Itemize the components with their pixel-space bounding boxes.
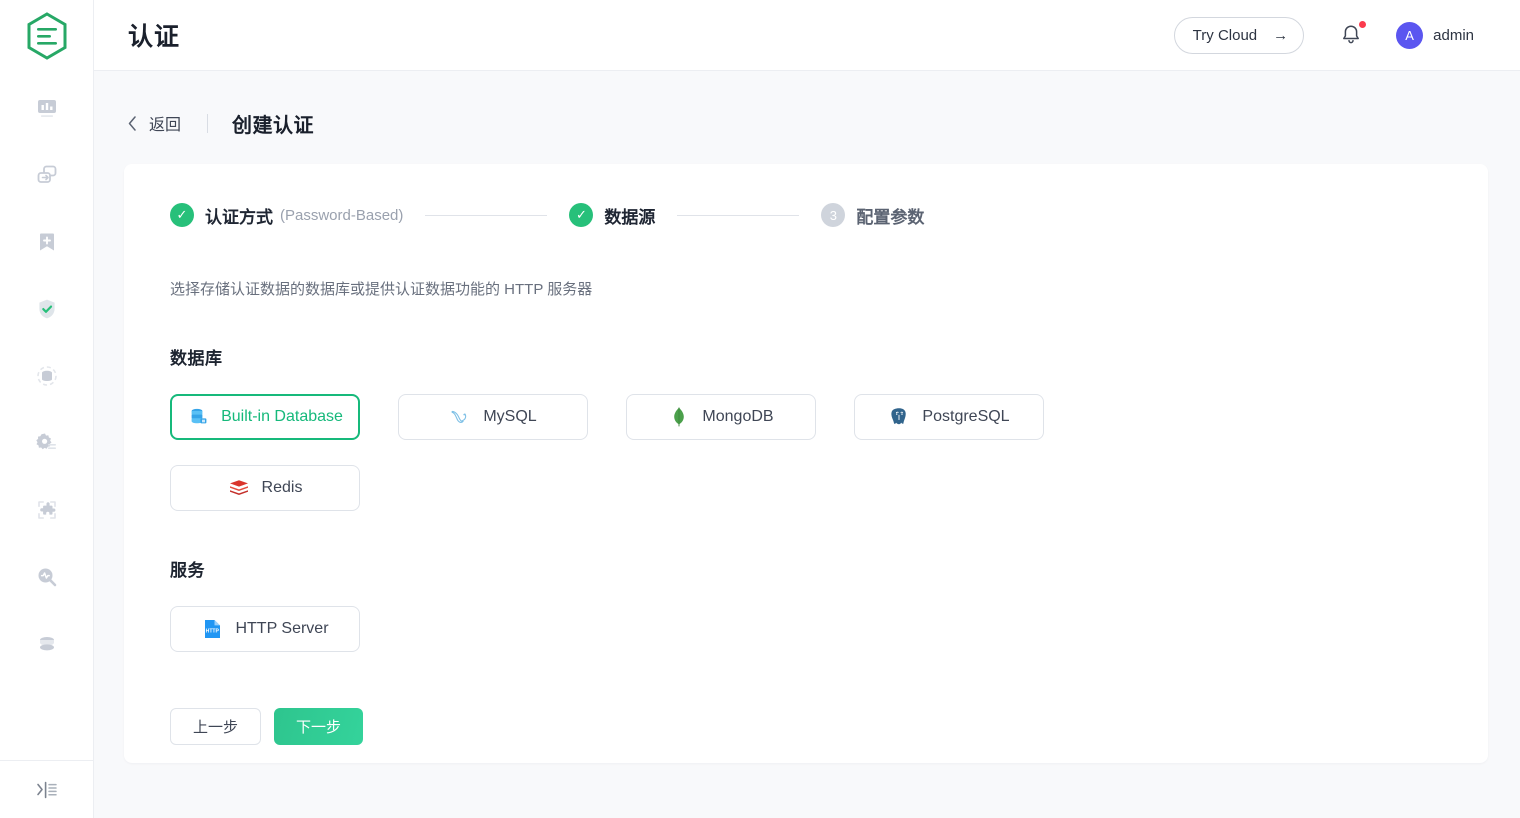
- app-root: 认证 Try Cloud → A admin: [0, 0, 1520, 818]
- datasource-label: PostgreSQL: [922, 408, 1009, 426]
- content-area: 返回 创建认证 ✓ 认证方式 (Password-Based): [94, 71, 1520, 818]
- back-label: 返回: [149, 111, 181, 135]
- postgresql-elephant-icon: [888, 406, 910, 428]
- create-auth-panel: ✓ 认证方式 (Password-Based) ✓ 数据源 3 配置参数: [124, 164, 1488, 763]
- datasource-label: MySQL: [483, 408, 536, 426]
- datasource-card-redis[interactable]: Redis: [170, 465, 360, 511]
- service-card-row: HTTP HTTP Server: [170, 606, 1442, 652]
- page-title: 认证: [128, 17, 180, 53]
- datasource-card-http-server[interactable]: HTTP HTTP Server: [170, 606, 360, 652]
- step-3-indicator: 3: [821, 203, 845, 227]
- sidebar-item-diagnostics[interactable]: [21, 551, 73, 603]
- try-cloud-label: Try Cloud: [1193, 27, 1257, 44]
- step-config-params: 3 配置参数: [821, 203, 924, 228]
- sidebar-item-topics[interactable]: [21, 216, 73, 268]
- gear-settings-icon: [35, 431, 59, 455]
- database-card-row: Built-in Database MySQL: [170, 394, 1442, 440]
- datasource-label: MongoDB: [702, 408, 773, 426]
- wizard-buttons: 上一步 下一步: [170, 708, 1442, 745]
- back-button[interactable]: 返回: [128, 111, 181, 135]
- builtin-database-icon: [187, 406, 209, 428]
- main-area: 认证 Try Cloud → A admin: [94, 0, 1520, 818]
- breadcrumb-separator: [207, 114, 208, 133]
- top-bar: 认证 Try Cloud → A admin: [94, 0, 1520, 71]
- redis-stack-icon: [228, 477, 250, 499]
- breadcrumb: 返回 创建认证: [124, 101, 1488, 145]
- step-description: 选择存储认证数据的数据库或提供认证数据功能的 HTTP 服务器: [170, 278, 1442, 299]
- top-bar-actions: Try Cloud → A admin: [1174, 17, 1474, 54]
- sidebar-item-settings[interactable]: [21, 417, 73, 469]
- sidebar-item-extensions[interactable]: [21, 484, 73, 536]
- step-2-label: 数据源: [604, 203, 655, 228]
- collapse-sidebar-button[interactable]: [30, 775, 64, 805]
- sidebar-item-dashboard[interactable]: [21, 82, 73, 134]
- svg-text:HTTP: HTTP: [206, 629, 220, 635]
- sidebar-item-data-integration[interactable]: [21, 350, 73, 402]
- datasource-label: Built-in Database: [221, 408, 343, 426]
- chevron-left-icon: [128, 116, 137, 131]
- emqx-hexagon-logo-icon: [24, 11, 70, 61]
- step-auth-method[interactable]: ✓ 认证方式 (Password-Based): [170, 203, 403, 228]
- sidebar-item-connections[interactable]: [21, 149, 73, 201]
- magnifier-pulse-icon: [35, 565, 59, 589]
- sidebar: [0, 0, 94, 818]
- stepper: ✓ 认证方式 (Password-Based) ✓ 数据源 3 配置参数: [170, 202, 1442, 228]
- step-connector-2: [677, 215, 799, 216]
- sidebar-item-access-control[interactable]: [21, 283, 73, 335]
- panel-inner: ✓ 认证方式 (Password-Based) ✓ 数据源 3 配置参数: [124, 202, 1488, 745]
- step-1-sublabel: (Password-Based): [280, 207, 403, 224]
- shield-check-icon: [35, 297, 59, 321]
- database-card-row-2: Redis: [170, 465, 1442, 511]
- step-1-indicator: ✓: [170, 203, 194, 227]
- sidebar-item-storage[interactable]: [21, 618, 73, 670]
- database-stack-icon: [35, 364, 59, 388]
- next-step-button[interactable]: 下一步: [274, 708, 363, 745]
- datasource-card-mysql[interactable]: MySQL: [398, 394, 588, 440]
- previous-step-button[interactable]: 上一步: [170, 708, 261, 745]
- try-cloud-button[interactable]: Try Cloud →: [1174, 17, 1304, 54]
- breadcrumb-current: 创建认证: [232, 109, 314, 138]
- notifications-button[interactable]: [1338, 22, 1364, 48]
- datasource-label: Redis: [262, 479, 303, 497]
- step-connector-1: [425, 215, 547, 216]
- app-logo[interactable]: [0, 0, 93, 72]
- user-name[interactable]: admin: [1433, 27, 1474, 44]
- step-1-label: 认证方式: [205, 203, 273, 228]
- disk-storage-icon: [35, 632, 59, 656]
- connections-icon: [35, 163, 59, 187]
- sidebar-nav: [0, 72, 93, 670]
- service-section-title: 服务: [170, 556, 1442, 581]
- notification-badge-dot: [1359, 21, 1366, 28]
- mysql-dolphin-icon: [449, 406, 471, 428]
- puzzle-plugin-icon: [35, 498, 59, 522]
- database-section-title: 数据库: [170, 344, 1442, 369]
- datasource-card-built-in-database[interactable]: Built-in Database: [170, 394, 360, 440]
- datasource-label: HTTP Server: [235, 620, 328, 638]
- collapse-sidebar-icon: [35, 779, 59, 801]
- sidebar-footer: [0, 760, 93, 818]
- bookmark-plus-icon: [35, 230, 59, 254]
- avatar[interactable]: A: [1396, 22, 1423, 49]
- mongodb-leaf-icon: [668, 406, 690, 428]
- step-2-indicator: ✓: [569, 203, 593, 227]
- step-3-label: 配置参数: [856, 203, 924, 228]
- http-server-icon: HTTP: [201, 618, 223, 640]
- datasource-card-mongodb[interactable]: MongoDB: [626, 394, 816, 440]
- arrow-right-icon: →: [1273, 27, 1288, 44]
- datasource-card-postgresql[interactable]: PostgreSQL: [854, 394, 1044, 440]
- dashboard-chart-icon: [35, 96, 59, 120]
- step-data-source[interactable]: ✓ 数据源: [569, 203, 655, 228]
